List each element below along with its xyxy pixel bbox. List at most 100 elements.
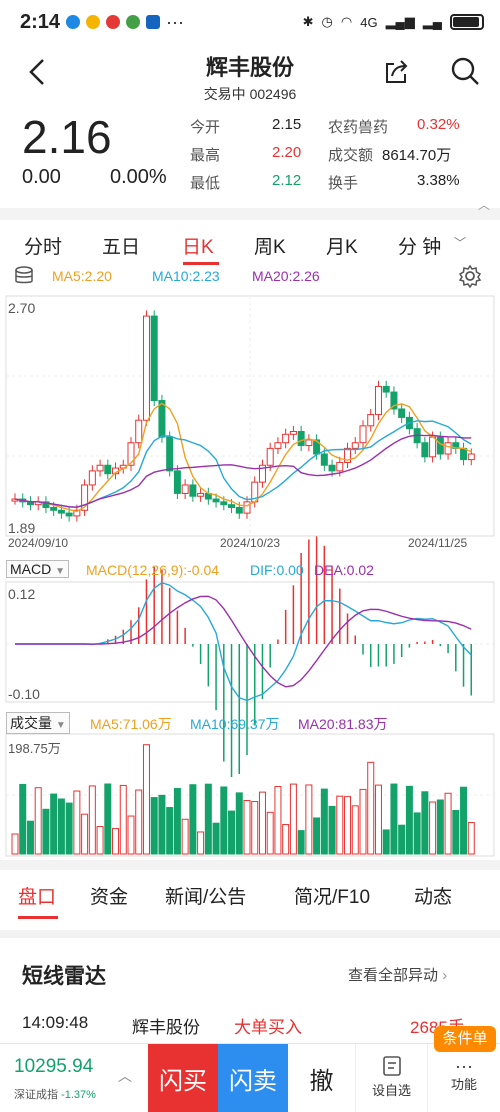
volume-bar [429, 801, 437, 855]
view-all-label: 查看全部异动 [348, 967, 439, 984]
tab-minute[interactable]: 分 钟 [398, 232, 441, 259]
wifi-icon: ◠ [340, 14, 353, 29]
app-notification-icon [126, 15, 141, 29]
candle [135, 419, 143, 444]
chart-area[interactable]: MA5:2.20 MA10:2.23 MA20:2.26 2.70 1.89 2… [0, 262, 500, 862]
share-icon[interactable] [382, 58, 410, 86]
date-mid: 2024/10/23 [220, 536, 281, 550]
radar-stock: 辉丰股份 [132, 1018, 200, 1037]
dif-line [15, 581, 472, 702]
macd-ymax: 0.12 [8, 586, 36, 602]
cancel-order-button[interactable]: 撤 [288, 1044, 356, 1112]
volume-bar [26, 820, 34, 855]
functions-button[interactable]: ··· 功能 [428, 1044, 500, 1112]
volume-bar [444, 792, 452, 855]
macd-selector[interactable]: MACD ▼ [6, 560, 70, 578]
candle [50, 506, 58, 511]
volume-bar [204, 783, 212, 855]
candle [104, 464, 112, 475]
tab-funds[interactable]: 资金 [90, 882, 128, 909]
volume-bar [135, 789, 143, 855]
volume-bar [467, 822, 475, 855]
tab-intraday[interactable]: 分时 [24, 232, 62, 259]
vol-ma10: MA10:69.37万 [190, 716, 280, 732]
volume-bar [320, 788, 328, 855]
signal-icon: ▂▄▆ [385, 14, 415, 29]
volume-bar [452, 809, 460, 855]
candle [382, 385, 390, 393]
add-watchlist-label: 设自选 [371, 1083, 411, 1098]
open-label: 今开 [190, 119, 221, 136]
vol-ma5: MA5:71.06万 [90, 716, 172, 732]
candle [429, 436, 437, 458]
divider [0, 930, 500, 938]
tab-daily-k[interactable]: 日K [182, 232, 214, 259]
tab-profile[interactable]: 简况/F10 [294, 882, 370, 909]
volume-bar [460, 786, 468, 855]
candle [374, 385, 382, 416]
tab-news[interactable]: 新闻/公告 [165, 882, 246, 909]
candle [189, 484, 197, 497]
kline-ymin: 1.89 [8, 520, 36, 536]
volume-bar [243, 799, 251, 855]
dea-line [15, 595, 472, 688]
kline-ymax: 2.70 [8, 300, 36, 316]
volume-bar [127, 815, 135, 855]
flash-buy-button[interactable]: 闪买 [148, 1044, 218, 1112]
chevron-right-icon: › [442, 967, 448, 984]
candle [421, 442, 429, 458]
tab-monthly-k[interactable]: 月K [326, 232, 358, 259]
flash-sell-button[interactable]: 闪卖 [218, 1044, 288, 1112]
volume-bar [42, 808, 50, 855]
volume-bar [359, 788, 367, 855]
index-value[interactable]: 10295.94 [14, 1056, 93, 1078]
conditional-order-badge[interactable]: 条件单 [434, 1026, 496, 1052]
chevron-down-icon[interactable]: ﹀ [454, 234, 466, 251]
period-tabs: 分时 五日 日K 周K 月K 分 钟 ﹀ [0, 220, 500, 266]
tab-dynamics[interactable]: 动态 [414, 882, 452, 909]
volume-bar [112, 828, 120, 855]
candle [305, 439, 313, 447]
add-watchlist-button[interactable]: 设自选 [356, 1044, 428, 1112]
radar-view-all[interactable]: 查看全部异动 › [348, 964, 447, 985]
volume-bar [274, 786, 282, 855]
index-change: -1.37% [61, 1089, 96, 1101]
volume-bar [305, 784, 313, 855]
weibo-icon [106, 15, 121, 29]
candle [57, 509, 65, 514]
volume-bar [405, 785, 413, 855]
tab-weekly-k[interactable]: 周K [254, 232, 286, 259]
status-bar: 2:14 ··· ✱ ◷ ◠ 4G ▂▄▆ ▂▄ [0, 0, 500, 44]
index-label: 深证成指 -1.37% [14, 1086, 96, 1102]
search-icon[interactable] [450, 56, 480, 86]
volume-bar [34, 787, 42, 855]
high-value: 2.20 [272, 144, 302, 161]
tab-orderbook[interactable]: 盘口 [18, 882, 56, 909]
volume-bar [297, 830, 305, 855]
volume-bar [421, 791, 429, 855]
quote-panel: 2.16 0.00 0.00% 今开 2.15 农药兽药 0.32% 最高 2.… [0, 108, 500, 212]
volume-bar [166, 807, 174, 855]
volume-bar [65, 802, 73, 855]
volume-bar [19, 783, 27, 855]
back-icon[interactable] [28, 58, 46, 93]
volume-bar [189, 784, 197, 855]
candle [142, 315, 150, 421]
volume-bar [150, 797, 158, 855]
volume-bar [228, 810, 236, 855]
dropdown-icon: ▼ [55, 566, 66, 577]
expand-chevron-icon[interactable]: ︿ [478, 196, 490, 213]
volume-selector[interactable]: 成交量 ▼ [6, 712, 70, 734]
volume-bar [81, 813, 89, 855]
chevron-up-icon[interactable]: ︿ [118, 1066, 132, 1086]
stock-status-code: 交易中 002496 [203, 86, 297, 102]
volume-bar [96, 826, 104, 855]
functions-label: 功能 [450, 1077, 477, 1092]
vol-ma20: MA20:81.83万 [298, 716, 388, 732]
tab-five-day[interactable]: 五日 [102, 232, 140, 259]
volume-bar [266, 811, 274, 855]
candle [297, 430, 305, 447]
volume-bar [367, 761, 375, 855]
volume-bar [104, 783, 112, 855]
macd-selector-label: MACD [10, 561, 52, 577]
